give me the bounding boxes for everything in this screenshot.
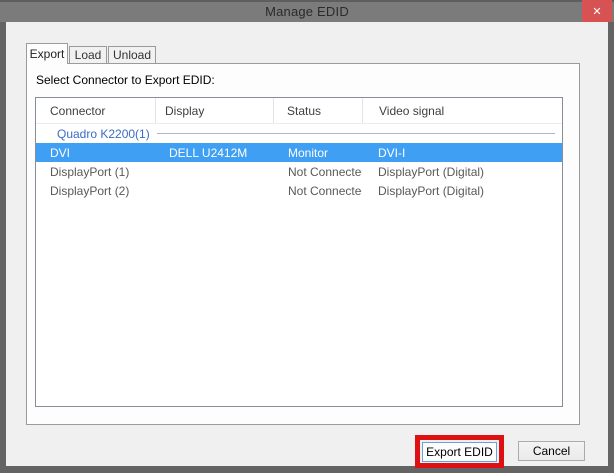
group-divider-line (157, 133, 555, 134)
connector-table: Connector Display Status Video signal Qu… (35, 97, 563, 407)
cell-status: Not Connected (273, 165, 362, 179)
column-header-connector[interactable]: Connector (36, 98, 155, 123)
tab-load[interactable]: Load (69, 46, 107, 63)
cell-connector: DisplayPort (2) (36, 184, 155, 198)
tab-export[interactable]: Export (26, 43, 68, 64)
cell-connector: DisplayPort (1) (36, 165, 155, 179)
cell-connector: DVI (36, 146, 155, 160)
tab-export-label: Export (30, 47, 65, 61)
table-row-displayport-2[interactable]: DisplayPort (2) Not Connected DisplayPor… (36, 181, 562, 200)
cell-status: Monitor (273, 146, 362, 160)
table-header-row: Connector Display Status Video signal (36, 98, 562, 124)
column-header-display[interactable]: Display (155, 98, 273, 123)
cancel-button-label: Cancel (533, 444, 570, 458)
cell-video-signal: DisplayPort (Digital) (362, 184, 562, 198)
export-tab-page: Select Connector to Export EDID: Connect… (26, 63, 580, 425)
export-edid-button[interactable]: Export EDID (422, 442, 497, 462)
tab-load-label: Load (75, 48, 102, 62)
column-header-video-signal[interactable]: Video signal (362, 98, 562, 123)
tab-unload-label: Unload (113, 48, 151, 62)
dialog-window: { "window": { "title": "Manage EDID" }, … (0, 0, 614, 473)
export-edid-button-label: Export EDID (426, 445, 493, 459)
annotation-highlight-rectangle: Export EDID (415, 435, 504, 468)
group-label: Quadro K2200(1) (57, 127, 150, 141)
cell-display: DELL U2412M (155, 146, 273, 160)
table-row-displayport-1[interactable]: DisplayPort (1) Not Connected DisplayPor… (36, 162, 562, 181)
dialog-client-area: Export Load Unload Select Connector to E… (6, 22, 608, 466)
cancel-button[interactable]: Cancel (518, 441, 585, 461)
close-button[interactable]: ✕ (582, 0, 612, 22)
cell-video-signal: DVI-I (362, 146, 562, 160)
window-title: Manage EDID (265, 4, 349, 19)
title-bar: Manage EDID (0, 0, 614, 22)
tab-unload[interactable]: Unload (108, 46, 156, 63)
column-header-status[interactable]: Status (273, 98, 362, 123)
cell-status: Not Connected (273, 184, 362, 198)
table-row-dvi[interactable]: DVI DELL U2412M Monitor DVI-I (36, 143, 562, 162)
close-icon: ✕ (592, 5, 601, 18)
select-connector-label: Select Connector to Export EDID: (36, 73, 215, 87)
group-row-quadro-k2200: Quadro K2200(1) (36, 124, 562, 143)
cell-video-signal: DisplayPort (Digital) (362, 165, 562, 179)
